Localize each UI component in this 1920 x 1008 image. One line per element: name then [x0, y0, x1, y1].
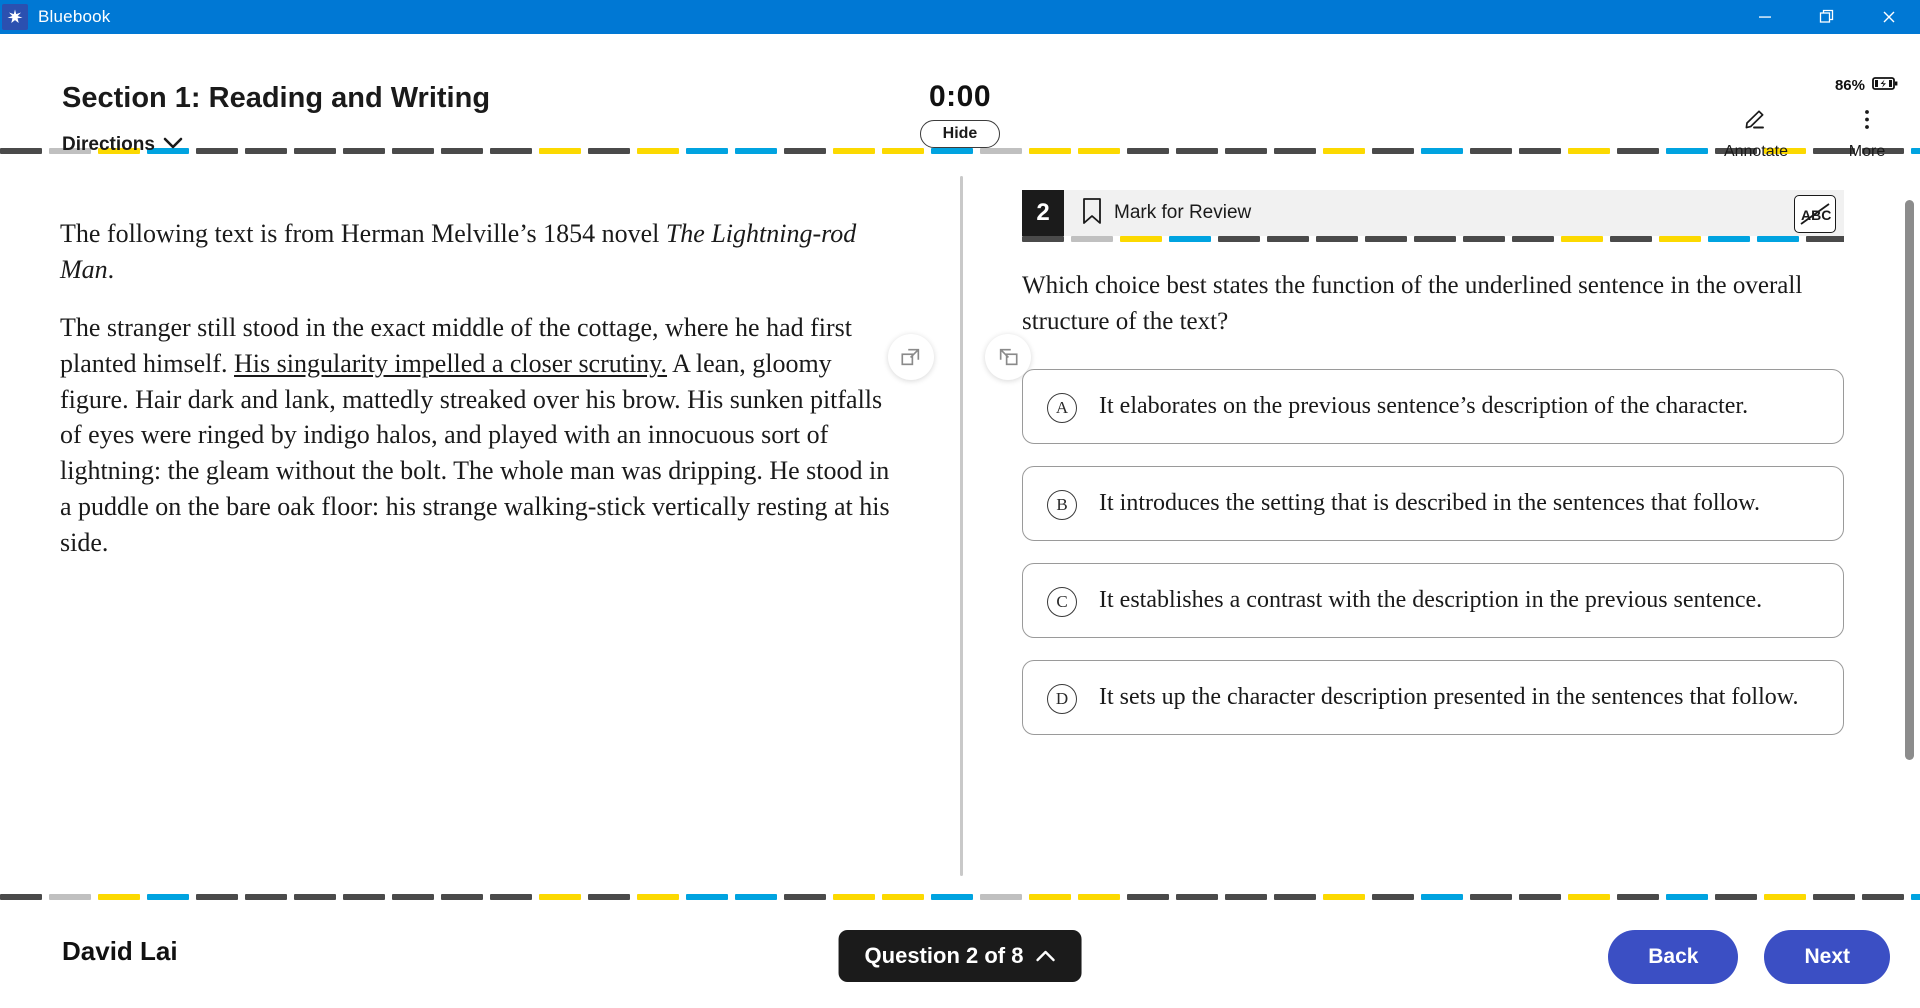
question-navigator-label: Question 2 of 8	[864, 943, 1024, 968]
answer-choices: A It elaborates on the previous sentence’…	[1022, 369, 1844, 736]
rule-dash	[1512, 236, 1554, 242]
minimize-icon[interactable]	[1734, 0, 1796, 34]
rule-dash	[1806, 236, 1844, 242]
answer-choice-text: It sets up the character description pre…	[1099, 684, 1799, 711]
rule-dash	[1218, 236, 1260, 242]
rule-dash	[1022, 236, 1064, 242]
test-body: The following text is from Herman Melvil…	[0, 154, 1920, 894]
mark-for-review-label: Mark for Review	[1114, 202, 1252, 223]
expand-right-panel-icon[interactable]	[888, 334, 934, 380]
scrollbar-thumb[interactable]	[1905, 200, 1914, 760]
question-header: 2 Mark for Review ABC	[1022, 190, 1844, 236]
answer-choice-letter: B	[1047, 490, 1077, 521]
bluebook-star-icon	[2, 4, 28, 30]
hide-timer-button[interactable]: Hide	[919, 120, 1001, 148]
mark-for-review-button[interactable]: Mark for Review	[1082, 197, 1251, 230]
timer-area: 0:00 Hide	[0, 80, 1920, 148]
app-title: Bluebook	[38, 7, 111, 26]
test-header: Section 1: Reading and Writing Direction…	[0, 34, 1920, 160]
countdown-timer: 0:00	[928, 80, 992, 113]
question-navigator-button[interactable]: Question 2 of 8	[838, 930, 1082, 982]
rule-dash	[1120, 236, 1162, 242]
answer-choice-b[interactable]: B It introduces the setting that is descr…	[1022, 466, 1844, 542]
rule-dash	[1561, 236, 1603, 242]
close-icon[interactable]	[1858, 0, 1920, 34]
window-titlebar: Bluebook	[0, 0, 1920, 34]
answer-choice-text: It introduces the setting that is descri…	[1099, 490, 1760, 517]
rule-dash	[1169, 236, 1211, 242]
decorative-rule-question	[1022, 236, 1844, 242]
answer-choice-c[interactable]: C It establishes a contrast with the desc…	[1022, 563, 1844, 639]
battery-percent-label: 86%	[1834, 77, 1865, 94]
more-vertical-icon	[1863, 108, 1871, 137]
answer-choice-letter: A	[1047, 393, 1077, 423]
passage-pane: The following text is from Herman Melvil…	[0, 154, 960, 894]
rule-dash	[1463, 236, 1505, 242]
question-number-badge: 2	[1022, 190, 1064, 236]
abc-strikethrough-icon[interactable]: ABC	[1794, 195, 1836, 233]
passage-text: The following text is from Herman Melvil…	[60, 216, 890, 561]
chevron-up-icon	[1035, 943, 1055, 969]
answer-choice-letter: C	[1047, 587, 1077, 618]
question-scrollbar[interactable]	[1905, 200, 1914, 884]
underlined-sentence: His singularity impelled a closer scruti…	[234, 348, 668, 378]
answer-choice-text: It elaborates on the previous sentence’s…	[1099, 393, 1749, 419]
battery-charging-icon	[1872, 76, 1898, 95]
student-name: David Lai	[62, 936, 178, 966]
next-button[interactable]: Next	[1764, 930, 1890, 984]
passage-body: The stranger still stood in the exact mi…	[60, 310, 890, 561]
rule-dash	[1071, 236, 1113, 242]
maximize-icon[interactable]	[1796, 0, 1858, 34]
rule-dash	[1659, 236, 1701, 242]
battery-status: 86%	[1835, 76, 1898, 95]
pencil-annotate-icon	[1743, 108, 1769, 137]
answer-choice-letter: D	[1047, 684, 1077, 715]
answer-choice-d[interactable]: D It sets up the character description pr…	[1022, 660, 1844, 736]
rule-dash	[1610, 236, 1652, 242]
rule-dash	[1267, 236, 1309, 242]
rule-dash	[1365, 236, 1407, 242]
passage-intro-period: .	[107, 254, 115, 284]
rule-dash	[1708, 236, 1750, 242]
passage-body-part2: A lean, gloomy figure. Hair dark and lan…	[60, 348, 890, 557]
test-footer: David Lai Question 2 of 8 Back Next	[0, 900, 1920, 1008]
rule-dash	[1316, 236, 1358, 242]
question-pane: 2 Mark for Review ABC Which choice best …	[960, 154, 1920, 894]
answer-choice-text: It establishes a contrast with the descr…	[1099, 587, 1763, 614]
bookmark-icon	[1082, 197, 1102, 230]
back-button[interactable]: Back	[1608, 930, 1739, 984]
rule-dash	[1757, 236, 1799, 242]
passage-intro: The following text is from Herman Melvil…	[60, 216, 890, 288]
passage-intro-lead: The following text is from Herman Melvil…	[60, 219, 666, 248]
rule-dash	[1414, 236, 1456, 242]
answer-choice-a[interactable]: A It elaborates on the previous sentence’…	[1022, 369, 1844, 445]
question-stem: Which choice best states the function of…	[1022, 272, 1803, 335]
